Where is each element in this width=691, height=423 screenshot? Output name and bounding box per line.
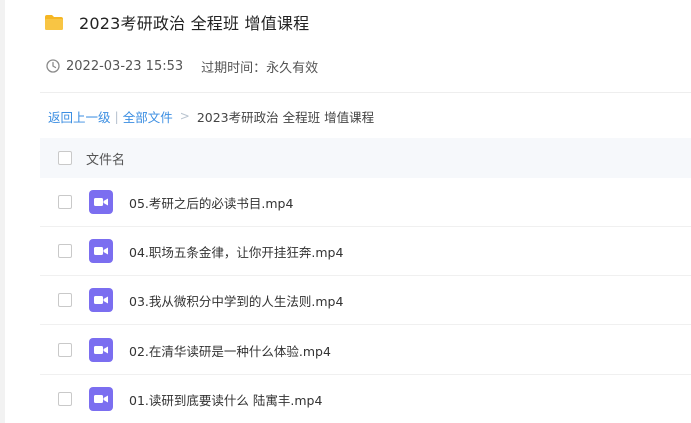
row-checkbox[interactable] [58, 195, 72, 209]
back-link[interactable]: 返回上一级 [48, 107, 111, 126]
video-file-icon [89, 190, 113, 214]
table-row[interactable]: 05.考研之后的必读书目.mp4 [40, 178, 691, 227]
file-name[interactable]: 02.在清华读研是一种什么体验.mp4 [129, 341, 331, 360]
table-row[interactable]: 01.读研到底要读什么 陆寓丰.mp4 [40, 375, 691, 423]
all-files-link[interactable]: 全部文件 [123, 107, 173, 126]
row-checkbox[interactable] [58, 392, 72, 406]
video-file-icon [89, 288, 113, 312]
folder-icon [45, 14, 63, 30]
row-checkbox[interactable] [58, 343, 72, 357]
column-header-filename: 文件名 [86, 152, 126, 168]
share-date: 2022-03-23 15:53 [66, 58, 184, 74]
breadcrumb: 返回上一级 | 全部文件 > 2023考研政治 全程班 增值课程 [48, 107, 374, 125]
row-checkbox[interactable] [58, 293, 72, 307]
share-page: 2023考研政治 全程班 增值课程 2022-03-23 15:53 过期时间：… [0, 0, 691, 423]
file-table-header: 文件名 [40, 138, 691, 178]
divider [40, 92, 691, 93]
video-file-icon [89, 387, 113, 411]
expiry-text: 过期时间：永久有效 [201, 60, 319, 76]
file-name[interactable]: 01.读研到底要读什么 陆寓丰.mp4 [129, 390, 322, 409]
breadcrumb-separator: | [114, 108, 119, 124]
file-name[interactable]: 04.职场五条金律，让你开挂狂奔.mp4 [129, 242, 343, 261]
select-all-checkbox[interactable] [58, 151, 72, 165]
share-meta: 2022-03-23 15:53 过期时间：永久有效 [46, 57, 319, 76]
page-title: 2023考研政治 全程班 增值课程 [79, 14, 310, 33]
breadcrumb-arrow: > [179, 109, 190, 123]
page-header: 2023考研政治 全程班 增值课程 [45, 10, 309, 34]
table-row[interactable]: 04.职场五条金律，让你开挂狂奔.mp4 [40, 227, 691, 276]
table-row[interactable]: 02.在清华读研是一种什么体验.mp4 [40, 326, 691, 375]
clock-icon [46, 59, 60, 73]
breadcrumb-current: 2023考研政治 全程班 增值课程 [196, 109, 375, 125]
table-row[interactable]: 03.我从微积分中学到的人生法则.mp4 [40, 276, 691, 325]
left-gutter [0, 0, 5, 423]
video-file-icon [89, 338, 113, 362]
file-name[interactable]: 03.我从微积分中学到的人生法则.mp4 [129, 291, 343, 310]
file-name[interactable]: 05.考研之后的必读书目.mp4 [129, 193, 293, 212]
video-file-icon [89, 239, 113, 263]
row-checkbox[interactable] [58, 244, 72, 258]
